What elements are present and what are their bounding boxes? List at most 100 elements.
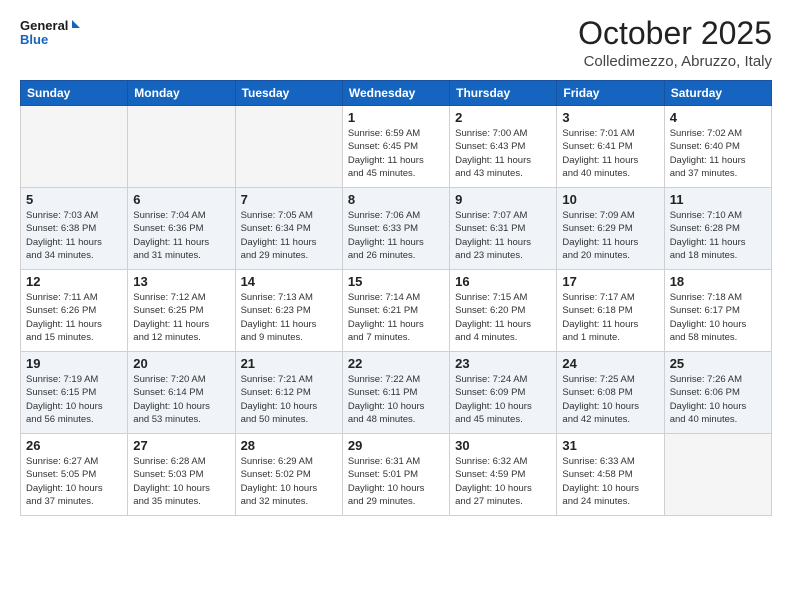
calendar-cell: 29 Sunrise: 6:31 AM Sunset: 5:01 PM Dayli… [342, 434, 449, 516]
week-row-4: 19 Sunrise: 7:19 AM Sunset: 6:15 PM Dayli… [21, 352, 772, 434]
day-info: Sunrise: 7:04 AM Sunset: 6:36 PM Dayligh… [133, 209, 229, 262]
day-number: 8 [348, 192, 444, 207]
day-info: Sunrise: 7:24 AM Sunset: 6:09 PM Dayligh… [455, 373, 551, 426]
header: General Blue October 2025 Colledimezzo, … [20, 16, 772, 70]
calendar-cell: 6Sunrise: 7:04 AM Sunset: 6:36 PM Daylig… [128, 188, 235, 270]
header-wednesday: Wednesday [342, 81, 449, 106]
day-number: 26 [26, 438, 122, 453]
calendar-cell: 27 Sunrise: 6:28 AM Sunset: 5:03 PM Dayli… [128, 434, 235, 516]
weekday-header-row: Sunday Monday Tuesday Wednesday Thursday… [21, 81, 772, 106]
day-info: Sunrise: 6:28 AM Sunset: 5:03 PM Dayligh… [133, 455, 229, 508]
calendar-cell: 26 Sunrise: 6:27 AM Sunset: 5:05 PM Dayli… [21, 434, 128, 516]
title-block: October 2025 Colledimezzo, Abruzzo, Ital… [578, 16, 772, 70]
day-number: 15 [348, 274, 444, 289]
day-number: 17 [562, 274, 658, 289]
header-monday: Monday [128, 81, 235, 106]
calendar-cell [235, 106, 342, 188]
day-info: Sunrise: 6:27 AM Sunset: 5:05 PM Dayligh… [26, 455, 122, 508]
day-number: 3 [562, 110, 658, 125]
day-number: 19 [26, 356, 122, 371]
calendar-cell [21, 106, 128, 188]
day-number: 9 [455, 192, 551, 207]
calendar-cell: 11Sunrise: 7:10 AM Sunset: 6:28 PM Dayli… [664, 188, 771, 270]
calendar-cell: 19 Sunrise: 7:19 AM Sunset: 6:15 PM Dayli… [21, 352, 128, 434]
svg-text:General: General [20, 18, 68, 33]
header-saturday: Saturday [664, 81, 771, 106]
day-number: 30 [455, 438, 551, 453]
day-number: 14 [241, 274, 337, 289]
calendar-table: Sunday Monday Tuesday Wednesday Thursday… [20, 80, 772, 516]
day-number: 5 [26, 192, 122, 207]
day-number: 4 [670, 110, 766, 125]
logo: General Blue [20, 16, 80, 52]
calendar-cell: 14 Sunrise: 7:13 AM Sunset: 6:23 PM Dayli… [235, 270, 342, 352]
calendar-cell: 2 Sunrise: 7:00 AM Sunset: 6:43 PM Daylig… [450, 106, 557, 188]
day-number: 20 [133, 356, 229, 371]
calendar-cell: 12 Sunrise: 7:11 AM Sunset: 6:26 PM Dayli… [21, 270, 128, 352]
day-info: Sunrise: 7:12 AM Sunset: 6:25 PM Dayligh… [133, 291, 229, 344]
day-info: Sunrise: 7:01 AM Sunset: 6:41 PM Dayligh… [562, 127, 658, 180]
day-info: Sunrise: 7:14 AM Sunset: 6:21 PM Dayligh… [348, 291, 444, 344]
day-number: 21 [241, 356, 337, 371]
calendar-cell: 17 Sunrise: 7:17 AM Sunset: 6:18 PM Dayli… [557, 270, 664, 352]
day-info: Sunrise: 6:59 AM Sunset: 6:45 PM Dayligh… [348, 127, 444, 180]
header-thursday: Thursday [450, 81, 557, 106]
calendar-cell: 31 Sunrise: 6:33 AM Sunset: 4:58 PM Dayli… [557, 434, 664, 516]
day-info: Sunrise: 7:26 AM Sunset: 6:06 PM Dayligh… [670, 373, 766, 426]
calendar-cell: 30 Sunrise: 6:32 AM Sunset: 4:59 PM Dayli… [450, 434, 557, 516]
day-info: Sunrise: 7:13 AM Sunset: 6:23 PM Dayligh… [241, 291, 337, 344]
week-row-3: 12 Sunrise: 7:11 AM Sunset: 6:26 PM Dayli… [21, 270, 772, 352]
calendar-cell: 9 Sunrise: 7:07 AM Sunset: 6:31 PM Daylig… [450, 188, 557, 270]
day-number: 29 [348, 438, 444, 453]
calendar-cell [664, 434, 771, 516]
calendar-cell [128, 106, 235, 188]
calendar-cell: 1 Sunrise: 6:59 AM Sunset: 6:45 PM Daylig… [342, 106, 449, 188]
day-info: Sunrise: 6:32 AM Sunset: 4:59 PM Dayligh… [455, 455, 551, 508]
day-info: Sunrise: 7:11 AM Sunset: 6:26 PM Dayligh… [26, 291, 122, 344]
day-number: 2 [455, 110, 551, 125]
day-info: Sunrise: 6:33 AM Sunset: 4:58 PM Dayligh… [562, 455, 658, 508]
calendar-cell: 25 Sunrise: 7:26 AM Sunset: 6:06 PM Dayli… [664, 352, 771, 434]
day-info: Sunrise: 7:05 AM Sunset: 6:34 PM Dayligh… [241, 209, 337, 262]
day-number: 10 [562, 192, 658, 207]
day-info: Sunrise: 7:00 AM Sunset: 6:43 PM Dayligh… [455, 127, 551, 180]
day-info: Sunrise: 7:15 AM Sunset: 6:20 PM Dayligh… [455, 291, 551, 344]
day-number: 24 [562, 356, 658, 371]
day-number: 25 [670, 356, 766, 371]
location-title: Colledimezzo, Abruzzo, Italy [578, 53, 772, 70]
svg-text:Blue: Blue [20, 32, 48, 47]
day-number: 27 [133, 438, 229, 453]
day-number: 18 [670, 274, 766, 289]
header-friday: Friday [557, 81, 664, 106]
day-info: Sunrise: 7:19 AM Sunset: 6:15 PM Dayligh… [26, 373, 122, 426]
day-number: 31 [562, 438, 658, 453]
day-number: 28 [241, 438, 337, 453]
calendar-cell: 21 Sunrise: 7:21 AM Sunset: 6:12 PM Dayli… [235, 352, 342, 434]
day-number: 12 [26, 274, 122, 289]
day-info: Sunrise: 7:09 AM Sunset: 6:29 PM Dayligh… [562, 209, 658, 262]
day-info: Sunrise: 7:25 AM Sunset: 6:08 PM Dayligh… [562, 373, 658, 426]
calendar-cell: 18Sunrise: 7:18 AM Sunset: 6:17 PM Dayli… [664, 270, 771, 352]
logo-svg: General Blue [20, 16, 80, 52]
header-tuesday: Tuesday [235, 81, 342, 106]
day-info: Sunrise: 6:31 AM Sunset: 5:01 PM Dayligh… [348, 455, 444, 508]
month-title: October 2025 [578, 16, 772, 51]
day-info: Sunrise: 7:03 AM Sunset: 6:38 PM Dayligh… [26, 209, 122, 262]
calendar-cell: 8Sunrise: 7:06 AM Sunset: 6:33 PM Daylig… [342, 188, 449, 270]
day-number: 13 [133, 274, 229, 289]
calendar-cell: 4 Sunrise: 7:02 AM Sunset: 6:40 PM Daylig… [664, 106, 771, 188]
week-row-1: 1 Sunrise: 6:59 AM Sunset: 6:45 PM Daylig… [21, 106, 772, 188]
day-info: Sunrise: 7:02 AM Sunset: 6:40 PM Dayligh… [670, 127, 766, 180]
day-number: 1 [348, 110, 444, 125]
day-number: 11 [670, 192, 766, 207]
calendar-cell: 28Sunrise: 6:29 AM Sunset: 5:02 PM Dayli… [235, 434, 342, 516]
day-number: 22 [348, 356, 444, 371]
calendar-cell: 16Sunrise: 7:15 AM Sunset: 6:20 PM Dayli… [450, 270, 557, 352]
calendar-cell: 23 Sunrise: 7:24 AM Sunset: 6:09 PM Dayli… [450, 352, 557, 434]
day-info: Sunrise: 7:17 AM Sunset: 6:18 PM Dayligh… [562, 291, 658, 344]
day-info: Sunrise: 7:07 AM Sunset: 6:31 PM Dayligh… [455, 209, 551, 262]
calendar-cell: 3 Sunrise: 7:01 AM Sunset: 6:41 PM Daylig… [557, 106, 664, 188]
day-number: 23 [455, 356, 551, 371]
day-info: Sunrise: 7:21 AM Sunset: 6:12 PM Dayligh… [241, 373, 337, 426]
header-sunday: Sunday [21, 81, 128, 106]
